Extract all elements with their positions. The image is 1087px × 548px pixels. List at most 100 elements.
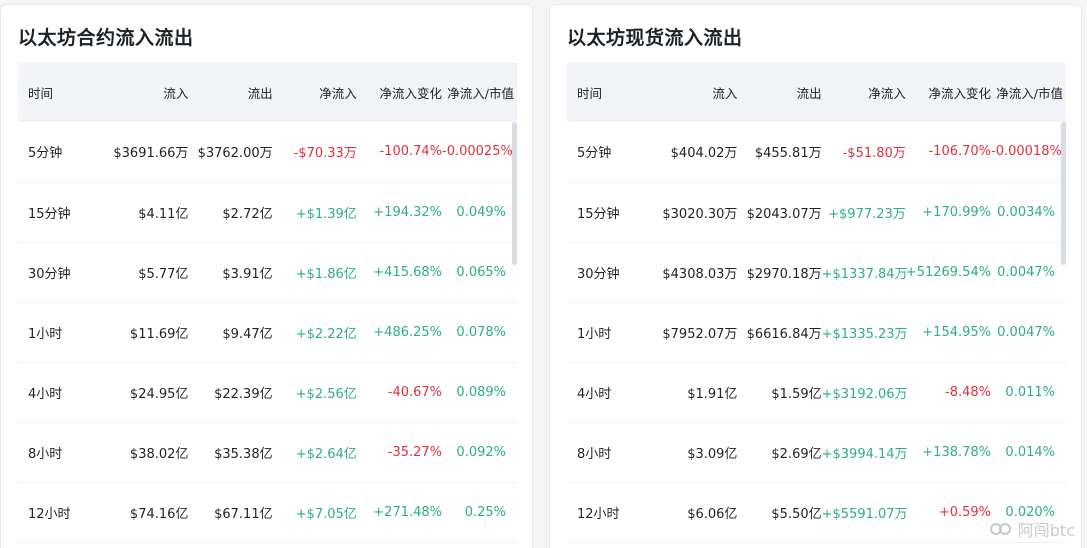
cell-time: 15分钟 xyxy=(577,206,620,222)
table-row[interactable]: 4小时 $24.95亿 $22.39亿 +$2.56亿 -40.67% 0.089% xyxy=(18,362,517,422)
cell-net-inflow: +$2.56亿 xyxy=(295,386,357,402)
cell-net-ratio: -0.00018% xyxy=(991,144,1062,160)
table-row[interactable]: 5分钟 $3691.66万 $3762.00万 -$70.33万 -100.74% -0.… xyxy=(18,122,517,182)
cell-net-inflow: +$5591.07万 xyxy=(821,506,908,522)
cell-net-inflow: +$3192.06万 xyxy=(821,386,908,402)
cell-net-inflow: +$7.05亿 xyxy=(295,506,357,522)
header-net-change[interactable]: 净流入变化 xyxy=(357,63,443,122)
cell-net-ratio: 0.0047% xyxy=(997,324,1055,340)
cell-net-ratio: 0.014% xyxy=(1005,444,1055,460)
cell-inflow: $74.16亿 xyxy=(129,506,189,522)
cell-net-change: -40.67% xyxy=(387,384,443,400)
cell-net-inflow: +$2.64亿 xyxy=(295,446,357,462)
cell-outflow: $1.59亿 xyxy=(771,386,822,402)
header-inflow[interactable]: 流入 xyxy=(100,63,188,122)
cell-inflow: $3691.66万 xyxy=(113,146,189,162)
header-time[interactable]: 时间 xyxy=(18,63,100,122)
cell-inflow: $11.69亿 xyxy=(129,326,189,342)
cell-net-change: +271.48% xyxy=(373,504,443,520)
cell-net-ratio: 0.0034% xyxy=(997,204,1055,220)
cell-outflow: $9.47亿 xyxy=(222,326,273,342)
cell-time: 1小时 xyxy=(577,326,612,342)
cell-net-ratio: 0.049% xyxy=(456,204,506,220)
cell-inflow: $404.02万 xyxy=(670,146,738,162)
header-net-change[interactable]: 净流入变化 xyxy=(906,63,992,122)
cell-net-change: -100.74% xyxy=(379,144,443,160)
cell-outflow: $6616.84万 xyxy=(746,326,822,342)
cell-net-ratio: 0.25% xyxy=(464,504,506,520)
table-row[interactable]: 12小时 $74.16亿 $67.11亿 +$7.05亿 +271.48% 0.25% xyxy=(18,482,517,542)
cell-time: 1小时 xyxy=(28,326,63,342)
table-row[interactable]: 15分钟 $4.11亿 $2.72亿 +$1.39亿 +194.32% 0.049% xyxy=(18,182,517,242)
table-row[interactable]: 1小时 $11.69亿 $9.47亿 +$2.22亿 +486.25% 0.078% xyxy=(18,302,517,362)
cell-time: 4小时 xyxy=(28,386,63,402)
cell-net-change: +154.95% xyxy=(922,324,992,340)
cell-net-change: -106.70% xyxy=(928,144,992,160)
cell-time: 8小时 xyxy=(577,446,612,462)
cell-outflow: $3.91亿 xyxy=(222,266,273,282)
cell-net-ratio: 0.065% xyxy=(456,264,506,280)
cell-net-change: +0.59% xyxy=(938,504,992,520)
cell-inflow: $6.06亿 xyxy=(687,506,738,522)
table-row[interactable]: 1小时 $7952.07万 $6616.84万 +$1335.23万 +154.95% 0… xyxy=(567,302,1066,362)
cell-outflow: $22.39亿 xyxy=(214,386,273,402)
cell-net-inflow: +$1337.84万 xyxy=(821,266,908,282)
cell-net-ratio: 0.078% xyxy=(456,324,506,340)
table-row[interactable]: 8小时 $38.02亿 $35.38亿 +$2.64亿 -35.27% 0.092% xyxy=(18,422,517,482)
cell-net-ratio: 0.092% xyxy=(456,444,506,460)
cell-net-ratio: 0.011% xyxy=(1005,384,1055,400)
cell-time: 30分钟 xyxy=(577,266,620,282)
cell-inflow: $3020.30万 xyxy=(662,206,738,222)
cell-net-inflow: +$1.39亿 xyxy=(295,206,357,222)
table-header-row: 时间 流入 流出 净流入 净流入变化 净流入/市值 xyxy=(567,63,1066,122)
cell-time: 4小时 xyxy=(577,386,612,402)
cell-outflow: $67.11亿 xyxy=(214,506,273,522)
cell-time: 5分钟 xyxy=(577,146,612,162)
table-row[interactable]: 5分钟 $404.02万 $455.81万 -$51.80万 -106.70% -0.00… xyxy=(567,122,1066,182)
table-row[interactable]: 30分钟 $4308.03万 $2970.18万 +$1337.84万 +51269.5… xyxy=(567,242,1066,302)
header-net-inflow[interactable]: 净流入 xyxy=(822,63,906,122)
cell-net-change: -8.48% xyxy=(945,384,992,400)
cell-inflow: $4.11亿 xyxy=(138,206,189,222)
contract-table-scrollbar[interactable] xyxy=(512,122,517,265)
cell-outflow: $5.50亿 xyxy=(771,506,822,522)
spot-flow-panel: 以太坊现货流入流出 时间 流入 流出 净流入 净流入变化 净流入/市值 5分钟 $… xyxy=(549,4,1082,548)
header-net-ratio[interactable]: 净流入/市值 xyxy=(442,63,517,122)
header-net-inflow[interactable]: 净流入 xyxy=(273,63,357,122)
cell-net-ratio: 0.089% xyxy=(456,384,506,400)
cell-inflow: $1.91亿 xyxy=(687,386,738,402)
cell-net-inflow: -$51.80万 xyxy=(842,146,906,162)
cell-net-inflow: +$1.86亿 xyxy=(295,266,357,282)
cell-outflow: $3762.00万 xyxy=(197,146,273,162)
spot-flow-table: 时间 流入 流出 净流入 净流入变化 净流入/市值 5分钟 $404.02万 $45… xyxy=(567,63,1066,543)
cell-net-change: +138.78% xyxy=(922,444,992,460)
cell-net-change: +486.25% xyxy=(373,324,443,340)
watermark: 阿闯btc xyxy=(989,517,1075,541)
cell-inflow: $5.77亿 xyxy=(138,266,189,282)
cell-net-inflow: +$2.22亿 xyxy=(295,326,357,342)
spot-table-scrollbar[interactable] xyxy=(1061,122,1066,265)
contract-flow-panel: 以太坊合约流入流出 时间 流入 流出 净流入 净流入变化 净流入/市值 5分钟 $… xyxy=(0,4,533,548)
table-header-row: 时间 流入 流出 净流入 净流入变化 净流入/市值 xyxy=(18,63,517,122)
cell-net-change: +170.99% xyxy=(922,204,992,220)
contract-flow-table: 时间 流入 流出 净流入 净流入变化 净流入/市值 5分钟 $3691.66万 $3… xyxy=(18,63,517,543)
header-outflow[interactable]: 流出 xyxy=(737,63,822,122)
header-time[interactable]: 时间 xyxy=(567,63,649,122)
cell-inflow: $4308.03万 xyxy=(662,266,738,282)
table-row[interactable]: 4小时 $1.91亿 $1.59亿 +$3192.06万 -8.48% 0.011% xyxy=(567,362,1066,422)
cell-inflow: $3.09亿 xyxy=(687,446,738,462)
table-row[interactable]: 30分钟 $5.77亿 $3.91亿 +$1.86亿 +415.68% 0.065% xyxy=(18,242,517,302)
header-inflow[interactable]: 流入 xyxy=(649,63,737,122)
cell-outflow: $455.81万 xyxy=(754,146,822,162)
cell-inflow: $38.02亿 xyxy=(129,446,189,462)
header-net-ratio[interactable]: 净流入/市值 xyxy=(991,63,1066,122)
header-outflow[interactable]: 流出 xyxy=(188,63,273,122)
cell-inflow: $7952.07万 xyxy=(662,326,738,342)
table-row[interactable]: 8小时 $3.09亿 $2.69亿 +$3994.14万 +138.78% 0.014% xyxy=(567,422,1066,482)
table-row[interactable]: 15分钟 $3020.30万 $2043.07万 +$977.23万 +170.99% 0… xyxy=(567,182,1066,242)
cell-net-change: +415.68% xyxy=(373,264,443,280)
contract-flow-title: 以太坊合约流入流出 xyxy=(18,27,194,49)
cell-outflow: $2.69亿 xyxy=(771,446,822,462)
cell-time: 12小时 xyxy=(577,506,620,522)
cell-net-change: -35.27% xyxy=(387,444,443,460)
